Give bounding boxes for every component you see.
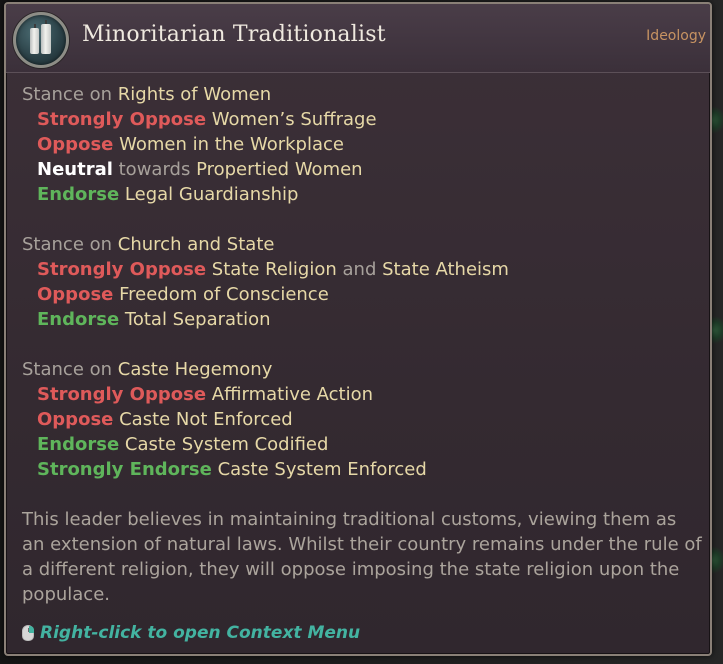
tooltip-content: Stance on Rights of Women Strongly Oppos… xyxy=(22,82,702,607)
policy-name: Total Separation xyxy=(124,309,271,330)
and-label: and xyxy=(342,259,377,280)
stance-section-church-and-state: Stance on Church and State Strongly Oppo… xyxy=(22,232,702,332)
stance-level: Strongly Oppose xyxy=(37,109,207,130)
stance-level: Oppose xyxy=(37,409,114,430)
stance-section-rights-of-women: Stance on Rights of Women Strongly Oppos… xyxy=(22,82,702,207)
stance-row: Oppose Freedom of Conscience xyxy=(22,282,702,307)
tooltip-category: Ideology xyxy=(646,28,706,44)
stance-section-caste-hegemony: Stance on Caste Hegemony Strongly Oppose… xyxy=(22,357,702,482)
stance-label: Stance xyxy=(22,234,84,255)
ideology-description: This leader believes in maintaining trad… xyxy=(22,509,702,605)
policy-name: State Religion xyxy=(211,259,337,280)
stance-row: Oppose Caste Not Enforced xyxy=(22,407,702,432)
stance-row: Neutral towards Propertied Women xyxy=(22,157,702,182)
stance-heading: Stance on Rights of Women xyxy=(22,82,702,107)
tooltip-title: Minoritarian Traditionalist xyxy=(82,22,386,47)
policy-name: State Atheism xyxy=(382,259,509,280)
stance-topic: Caste Hegemony xyxy=(117,359,273,380)
stance-heading: Stance on Caste Hegemony xyxy=(22,357,702,382)
policy-name: Caste System Enforced xyxy=(217,459,427,480)
policy-name: Affirmative Action xyxy=(211,384,374,405)
stance-row: Strongly Oppose Women’s Suffrage xyxy=(22,107,702,132)
candles-icon xyxy=(13,12,69,68)
policy-name: Caste Not Enforced xyxy=(119,409,293,430)
stance-level: Strongly Endorse xyxy=(37,459,212,480)
stance-on-label: on xyxy=(89,234,113,255)
stance-row: Strongly Oppose State Religion and State… xyxy=(22,257,702,282)
stance-row: Strongly Endorse Caste System Enforced xyxy=(22,457,702,482)
policy-name: Women in the Workplace xyxy=(119,134,344,155)
policy-name: Women’s Suffrage xyxy=(211,109,377,130)
stance-level: Oppose xyxy=(37,284,114,305)
candle-right xyxy=(41,24,51,54)
policy-name: Legal Guardianship xyxy=(124,184,299,205)
stance-level: Strongly Oppose xyxy=(37,259,207,280)
stance-label: Stance xyxy=(22,359,84,380)
stance-label: Stance xyxy=(22,84,84,105)
policy-name: Propertied Women xyxy=(196,159,363,180)
stance-row: Strongly Oppose Affirmative Action xyxy=(22,382,702,407)
stance-level: Endorse xyxy=(37,184,120,205)
candle-left xyxy=(30,28,39,54)
stance-row: Endorse Total Separation xyxy=(22,307,702,332)
ideology-tooltip: Minoritarian Traditionalist Ideology Sta… xyxy=(4,2,712,656)
stance-level: Endorse xyxy=(37,434,120,455)
stance-topic: Church and State xyxy=(117,234,275,255)
stance-on-label: on xyxy=(89,359,113,380)
stance-row: Endorse Caste System Codified xyxy=(22,432,702,457)
tooltip-header: Minoritarian Traditionalist Ideology xyxy=(6,4,710,73)
policy-name: Caste System Codified xyxy=(124,434,329,455)
stance-topic: Rights of Women xyxy=(117,84,272,105)
stance-row: Oppose Women in the Workplace xyxy=(22,132,702,157)
context-menu-hint-text: Right-click to open Context Menu xyxy=(40,623,361,643)
towards-label: towards xyxy=(118,159,191,180)
stance-level: Oppose xyxy=(37,134,114,155)
stance-level: Endorse xyxy=(37,309,120,330)
stance-level: Strongly Oppose xyxy=(37,384,207,405)
stance-level: Neutral xyxy=(37,159,113,180)
policy-name: Freedom of Conscience xyxy=(119,284,329,305)
context-menu-hint: Right-click to open Context Menu xyxy=(22,621,360,645)
stance-on-label: on xyxy=(89,84,113,105)
stance-row: Endorse Legal Guardianship xyxy=(22,182,702,207)
right-mouse-button-icon xyxy=(22,625,34,641)
stance-heading: Stance on Church and State xyxy=(22,232,702,257)
